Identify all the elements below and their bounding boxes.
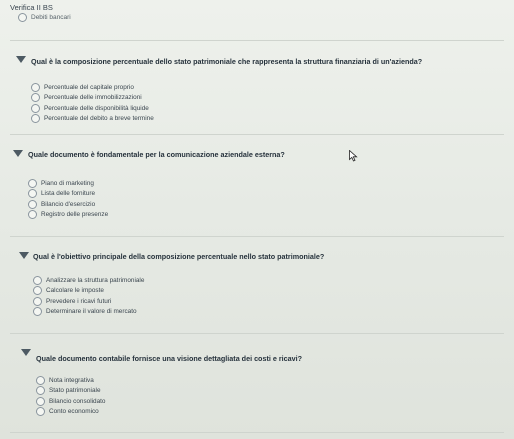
radio-button[interactable] xyxy=(31,103,40,113)
question-marker-icon xyxy=(21,349,31,356)
option-label: Stato patrimoniale xyxy=(49,387,101,395)
answer-option[interactable]: Nota integrativa xyxy=(36,375,302,386)
answer-option[interactable]: Conto economico xyxy=(36,407,302,418)
question-block: Quale documento contabile fornisce una v… xyxy=(36,354,302,417)
question-block: Qual è la composizione percentuale dello… xyxy=(31,57,422,124)
option-label: Debiti bancari xyxy=(31,14,71,21)
option-label: Percentuale delle immobilizzazioni xyxy=(44,94,142,102)
option-label: Nota integrativa xyxy=(49,376,94,384)
question-marker-icon xyxy=(13,150,23,157)
radio-button[interactable] xyxy=(36,407,45,417)
question-text: Qual è l'obiettivo principale della comp… xyxy=(33,252,325,261)
radio-button[interactable] xyxy=(33,286,42,296)
option-label: Determinare il valore di mercato xyxy=(46,308,137,316)
answer-option[interactable]: Lista delle forniture xyxy=(28,189,285,200)
divider xyxy=(10,432,504,433)
options-list: Analizzare la struttura patrimoniale Cal… xyxy=(33,275,324,317)
radio-button[interactable] xyxy=(36,386,45,396)
radio-button[interactable] xyxy=(33,296,42,306)
radio-button[interactable] xyxy=(31,114,40,124)
option-label: Prevedere i ricavi futuri xyxy=(46,297,112,305)
radio-button[interactable] xyxy=(28,189,37,199)
options-list: Nota integrativa Stato patrimoniale Bila… xyxy=(36,375,302,417)
options-list: Percentuale del capitale proprio Percent… xyxy=(31,82,422,124)
divider xyxy=(10,236,504,237)
question-block: Quale documento è fondamentale per la co… xyxy=(28,150,285,220)
radio-button[interactable] xyxy=(28,210,37,220)
option-label: Conto economico xyxy=(49,408,99,416)
option-label: Percentuale delle disponibilità liquide xyxy=(44,104,149,112)
question-marker-icon xyxy=(19,252,29,259)
answer-option[interactable]: Prevedere i ricavi futuri xyxy=(33,296,324,307)
quiz-page: Verifica II BS Debiti bancari Qual è la … xyxy=(0,0,514,439)
options-list: Piano di marketing Lista delle forniture… xyxy=(28,178,285,220)
app-title: Verifica II BS xyxy=(10,3,53,12)
divider xyxy=(10,40,504,41)
answer-option[interactable]: Piano di marketing xyxy=(28,178,285,189)
answer-option[interactable]: Stato patrimoniale xyxy=(36,386,302,397)
option-label: Bilancio d'esercizio xyxy=(41,200,96,208)
divider xyxy=(10,333,504,334)
option-label: Bilancio consolidato xyxy=(49,397,106,405)
answer-option[interactable]: Determinare il valore di mercato xyxy=(33,307,324,318)
previous-answer-option[interactable]: Debiti bancari xyxy=(18,13,71,22)
question-marker-icon xyxy=(16,56,26,63)
radio-button[interactable] xyxy=(33,307,42,317)
radio-button[interactable] xyxy=(18,13,27,22)
mouse-cursor-icon xyxy=(349,150,358,162)
question-text: Qual è la composizione percentuale dello… xyxy=(31,57,423,66)
option-label: Calcolare le imposte xyxy=(46,287,104,295)
radio-button[interactable] xyxy=(28,178,37,188)
divider xyxy=(10,134,504,135)
option-label: Percentuale del capitale proprio xyxy=(44,83,134,91)
radio-button[interactable] xyxy=(36,375,45,385)
answer-option[interactable]: Bilancio d'esercizio xyxy=(28,199,285,210)
radio-button[interactable] xyxy=(36,396,45,406)
answer-option[interactable]: Calcolare le imposte xyxy=(33,286,324,297)
option-label: Registro delle presenze xyxy=(41,211,109,219)
radio-button[interactable] xyxy=(31,93,40,103)
option-label: Piano di marketing xyxy=(41,179,94,187)
radio-button[interactable] xyxy=(28,199,37,209)
answer-option[interactable]: Percentuale delle disponibilità liquide xyxy=(31,103,422,114)
answer-option[interactable]: Registro delle presenze xyxy=(28,210,285,221)
question-text: Quale documento contabile fornisce una v… xyxy=(36,354,303,363)
radio-button[interactable] xyxy=(33,275,42,285)
option-label: Analizzare la struttura patrimoniale xyxy=(46,276,145,284)
answer-option[interactable]: Bilancio consolidato xyxy=(36,396,302,407)
answer-option[interactable]: Percentuale del capitale proprio xyxy=(31,82,422,93)
option-label: Lista delle forniture xyxy=(41,190,95,198)
answer-option[interactable]: Percentuale delle immobilizzazioni xyxy=(31,93,422,104)
question-block: Qual è l'obiettivo principale della comp… xyxy=(33,252,324,317)
answer-option[interactable]: Analizzare la struttura patrimoniale xyxy=(33,275,324,286)
option-label: Percentuale del debito a breve termine xyxy=(44,115,154,123)
radio-button[interactable] xyxy=(31,82,40,92)
question-text: Quale documento è fondamentale per la co… xyxy=(28,150,285,159)
answer-option[interactable]: Percentuale del debito a breve termine xyxy=(31,114,422,125)
